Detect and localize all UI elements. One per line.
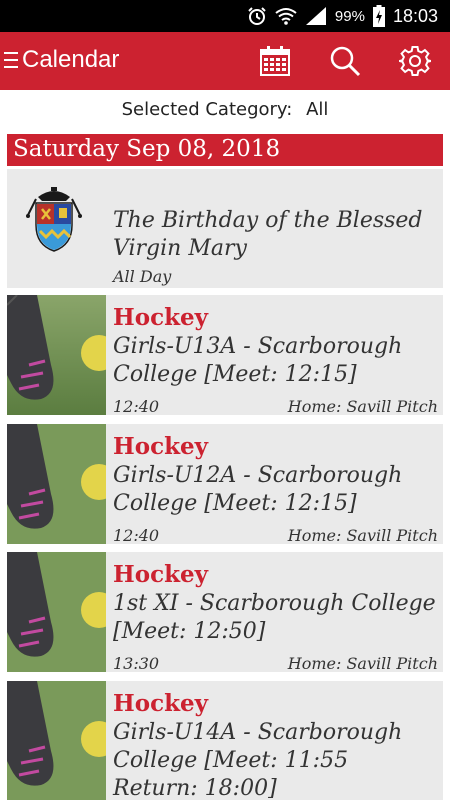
event-card[interactable]: Hockey Girls-U12A - Scarborough College …	[7, 424, 443, 544]
search-button[interactable]	[326, 42, 364, 80]
status-bar: 99% 18:03	[0, 0, 450, 32]
clock: 18:03	[392, 5, 438, 26]
event-card[interactable]: Hockey Girls-U14A - Scarborough College …	[7, 681, 443, 800]
event-title: The Birthday of the Blessed Virgin Mary	[113, 208, 423, 261]
event-time: 12:40	[113, 526, 160, 544]
menu-icon[interactable]	[4, 52, 18, 70]
event-category: Hockey	[113, 561, 209, 588]
category-value: All	[306, 99, 329, 120]
battery-percent: 99%	[334, 7, 365, 25]
hockey-image	[7, 552, 106, 672]
gear-icon	[399, 46, 431, 76]
app-bar: Calendar	[0, 32, 450, 90]
hockey-image	[7, 681, 106, 800]
event-time: All Day	[113, 267, 172, 286]
school-crest-icon	[26, 187, 82, 252]
hockey-image	[7, 295, 106, 415]
event-time: 12:40	[113, 397, 160, 415]
signal-icon	[305, 7, 326, 25]
alarm-icon	[248, 7, 266, 25]
event-title: Girls-U14A - Scarborough College [Meet: …	[113, 720, 403, 800]
event-card[interactable]: Hockey Girls-U13A - Scarborough College …	[7, 295, 443, 415]
battery-charging-icon	[372, 5, 385, 27]
settings-button[interactable]	[396, 42, 434, 80]
event-location: Home: Savill Pitch	[287, 654, 438, 672]
event-title: Girls-U12A - Scarborough College [Meet: …	[113, 463, 403, 516]
event-title: 1st XI - Scarborough College [Meet: 12:5…	[113, 591, 436, 644]
wifi-icon	[275, 8, 297, 25]
event-category: Hockey	[113, 690, 209, 717]
search-icon	[330, 46, 361, 77]
hockey-image	[7, 424, 106, 544]
event-time: 13:30	[113, 654, 160, 672]
calendar-button[interactable]	[256, 42, 294, 80]
event-card-feast[interactable]: The Birthday of the Blessed Virgin Mary …	[7, 169, 443, 288]
event-category: Hockey	[113, 433, 209, 460]
event-category: Hockey	[113, 304, 209, 331]
event-location: Home: Savill Pitch	[287, 526, 438, 544]
event-title: Girls-U13A - Scarborough College [Meet: …	[113, 334, 403, 387]
category-label: Selected Category:	[121, 99, 293, 120]
event-card[interactable]: Hockey 1st XI - Scarborough College [Mee…	[7, 552, 443, 672]
date-header: Saturday Sep 08, 2018	[7, 134, 443, 166]
category-filter[interactable]: Selected Category: All	[0, 90, 450, 132]
calendar-icon	[260, 46, 290, 76]
event-location: Home: Savill Pitch	[287, 397, 438, 415]
app-title: Calendar	[22, 46, 120, 73]
